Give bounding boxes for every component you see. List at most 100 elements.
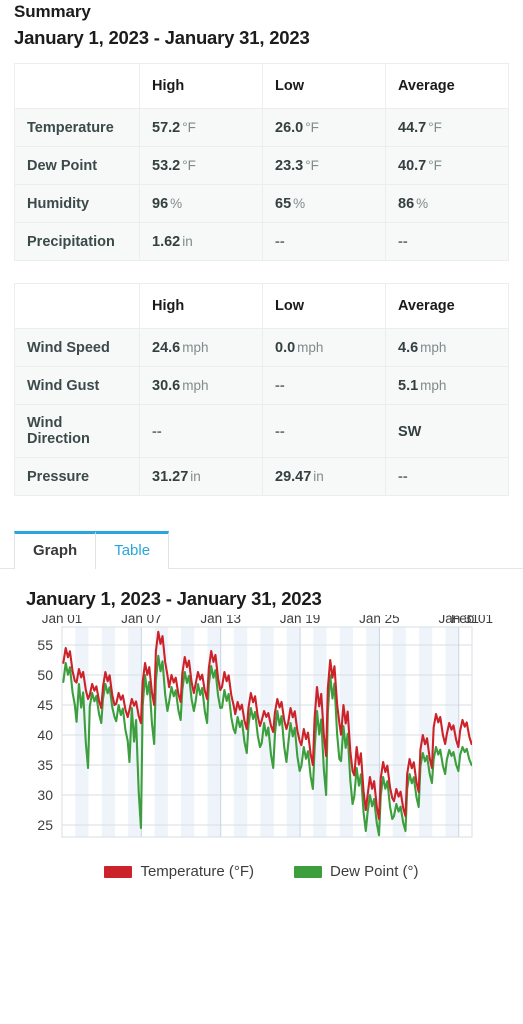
cell-dew-point-low: 23.3 °F: [262, 146, 386, 185]
conditions-table: High Low Average Temperature 57.2 °F 26.0…: [14, 63, 509, 261]
column-header-blank: [14, 63, 140, 109]
value: --: [275, 378, 285, 394]
tab-table[interactable]: Table: [95, 531, 170, 569]
table-row: Wind Speed 24.6 mph 0.0 mph 4.6 mph: [14, 328, 509, 367]
cell-wind-speed-low: 0.0 mph: [262, 328, 386, 367]
value: 44.7: [398, 120, 427, 136]
legend-item-dew-point[interactable]: Dew Point (°): [294, 863, 419, 880]
unit: mph: [420, 378, 447, 393]
conditions-table-wrap: High Low Average Temperature 57.2 °F 26.0…: [0, 63, 523, 261]
cell-precipitation-low: --: [262, 222, 386, 261]
y-axis-tick-label: 45: [37, 697, 53, 713]
value: 86: [398, 196, 415, 212]
cell-wind-gust-high: 30.6 mph: [139, 366, 263, 405]
value: 1.62: [152, 234, 181, 250]
table-spacer: [0, 261, 523, 283]
value: 40.7: [398, 158, 427, 174]
column-header-low: Low: [262, 63, 386, 109]
page-title: Summary: [14, 2, 91, 21]
wind-table-body: Wind Speed 24.6 mph 0.0 mph 4.6 mph Wind Gu…: [14, 328, 509, 496]
table-row: Pressure 31.27 in 29.47 in --: [14, 457, 509, 496]
legend-swatch-temperature-icon: [104, 865, 133, 878]
temperature-dewpoint-chart[interactable]: 25 30 35 40 45 50 55 Jan 01 Jan 07 Jan 13 Jan 19 Ja…: [14, 615, 509, 855]
cell-precipitation-average: --: [385, 222, 509, 261]
row-label-pressure: Pressure: [14, 457, 140, 496]
row-label-temperature: Temperature: [14, 108, 140, 147]
row-label-precipitation: Precipitation: [14, 222, 140, 261]
wind-table-wrap: High Low Average Wind Speed 24.6 mph 0.0 m…: [0, 283, 523, 496]
chart-block: January 1, 2023 - January 31, 2023 25 30 3…: [0, 587, 523, 880]
row-label-humidity: Humidity: [14, 184, 140, 223]
x-axis-tick-label: Jan 13: [200, 615, 241, 626]
cell-precipitation-high: 1.62 in: [139, 222, 263, 261]
table-header-row: High Low Average: [14, 283, 509, 329]
x-axis-tick-label: Jan 07: [121, 615, 162, 626]
value: --: [152, 423, 162, 440]
y-axis-tick-label: 30: [37, 787, 53, 803]
x-axis-tick-label: Jan 01: [42, 615, 83, 626]
cell-pressure-average: --: [385, 457, 509, 496]
value: --: [398, 234, 408, 250]
chart-legend: Temperature (°F) Dew Point (°): [14, 863, 509, 880]
unit: °F: [428, 158, 442, 173]
column-header-average: Average: [385, 283, 509, 329]
weather-summary-page: Summary January 1, 2023 - January 31, 20…: [0, 0, 523, 1024]
value: 30.6: [152, 378, 181, 394]
unit: %: [293, 196, 306, 211]
table-row: Temperature 57.2 °F 26.0 °F 44.7 °F: [14, 108, 509, 147]
unit: in: [313, 469, 324, 484]
unit: mph: [182, 340, 209, 355]
wind-table-head: High Low Average: [14, 283, 509, 329]
cell-wind-direction-low: --: [262, 404, 386, 458]
value: 26.0: [275, 120, 304, 136]
cell-wind-speed-high: 24.6 mph: [139, 328, 263, 367]
wind-table: High Low Average Wind Speed 24.6 mph 0.0 m…: [14, 283, 509, 496]
unit: °F: [305, 120, 319, 135]
value: 31.27: [152, 469, 189, 485]
column-header-low: Low: [262, 283, 386, 329]
cell-wind-gust-average: 5.1 mph: [385, 366, 509, 405]
cell-wind-direction-average: SW: [385, 404, 509, 458]
legend-label-dew-point: Dew Point (°): [330, 863, 419, 880]
cell-temperature-high: 57.2 °F: [139, 108, 263, 147]
y-axis-tick-label: 35: [37, 757, 53, 773]
y-axis-tick-label: 55: [37, 637, 53, 653]
unit: in: [182, 234, 193, 249]
row-label-wind-gust: Wind Gust: [14, 366, 140, 405]
y-axis-tick-label: 40: [37, 727, 53, 743]
table-row: Wind Direction -- -- SW: [14, 404, 509, 458]
cell-humidity-average: 86%: [385, 184, 509, 223]
table-row: Humidity 96% 65% 86%: [14, 184, 509, 223]
value: 23.3: [275, 158, 304, 174]
value: 65: [275, 196, 292, 212]
row-label-wind-direction: Wind Direction: [14, 404, 140, 458]
table-row: Dew Point 53.2 °F 23.3 °F 40.7 °F: [14, 146, 509, 185]
cell-humidity-high: 96%: [139, 184, 263, 223]
view-tabs: Graph Table: [0, 528, 523, 569]
table-header-row: High Low Average: [14, 63, 509, 109]
column-header-average: Average: [385, 63, 509, 109]
value: 0.0: [275, 340, 296, 356]
x-axis-tick-label: Jan 25: [359, 615, 400, 626]
unit: mph: [420, 340, 447, 355]
legend-label-temperature: Temperature (°F): [140, 863, 254, 880]
cell-pressure-high: 31.27 in: [139, 457, 263, 496]
legend-item-temperature[interactable]: Temperature (°F): [104, 863, 254, 880]
unit: in: [190, 469, 201, 484]
tab-graph[interactable]: Graph: [14, 531, 97, 569]
cell-dew-point-high: 53.2 °F: [139, 146, 263, 185]
cell-wind-direction-high: --: [139, 404, 263, 458]
unit: °F: [428, 120, 442, 135]
value: SW: [398, 423, 422, 440]
unit: °F: [182, 158, 196, 173]
page-date-range: January 1, 2023 - January 31, 2023: [14, 27, 310, 48]
value: 29.47: [275, 469, 312, 485]
value: --: [398, 469, 408, 485]
value: --: [275, 423, 285, 440]
y-axis-tick-label: 50: [37, 667, 53, 683]
column-header-blank: [14, 283, 140, 329]
row-label-wind-speed: Wind Speed: [14, 328, 140, 367]
y-axis-tick-label: 25: [37, 817, 53, 833]
chart-area[interactable]: 25 30 35 40 45 50 55 Jan 01 Jan 07 Jan 13 Jan 19 Ja…: [14, 615, 509, 865]
chart-title: January 1, 2023 - January 31, 2023: [26, 588, 322, 609]
